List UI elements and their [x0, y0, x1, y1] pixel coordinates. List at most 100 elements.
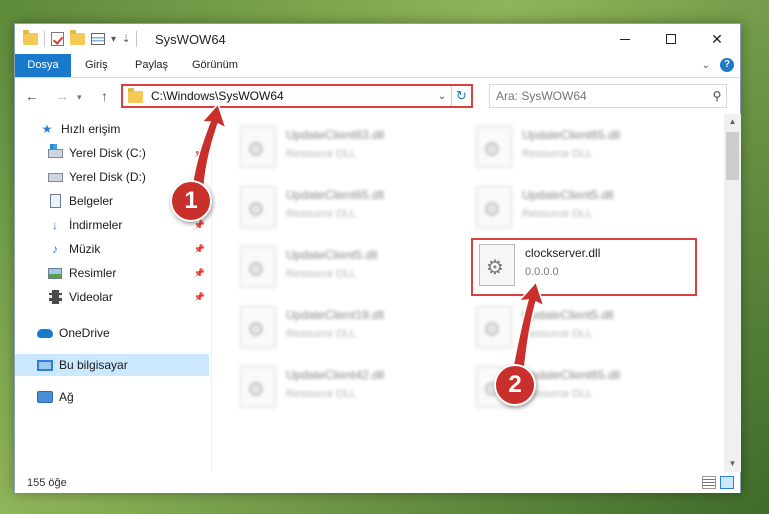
tiles-view-icon[interactable] [720, 476, 734, 489]
view-toggle [702, 476, 734, 489]
drive-icon [47, 172, 63, 182]
ribbon-controls: ⌄ ? [702, 58, 734, 72]
dll-file-icon [476, 186, 512, 228]
sidebar-item-label: Belgeler [69, 194, 114, 208]
vertical-scrollbar[interactable]: ▲ ▼ [724, 114, 741, 472]
sidebar-item-this-pc[interactable]: Bu bilgisayar [15, 354, 209, 376]
file-description: Resource DLL [522, 148, 593, 160]
search-box[interactable]: ⚲ [489, 84, 727, 108]
cloud-icon-wrap [37, 326, 53, 340]
file-description: Resource DLL [286, 388, 357, 400]
dll-file-icon [240, 306, 276, 348]
scroll-up-icon[interactable]: ▲ [724, 114, 741, 130]
computer-icon [37, 359, 53, 371]
callout-badge-1: 1 [170, 180, 212, 222]
file-item-clockserver[interactable]: clockserver.dll 0.0.0.0 [471, 238, 697, 296]
customize-toolbar-icon[interactable]: ⇣ [122, 34, 130, 45]
file-item[interactable]: UpdateClient5.dll Resource DLL [234, 244, 454, 294]
network-icon [37, 391, 53, 403]
title-bar: ▾ ⇣ SysWOW64 ✕ [15, 24, 740, 54]
recent-locations-icon[interactable]: ▾ [77, 92, 82, 103]
file-item[interactable]: UpdateClient65.dll Resource DLL [234, 184, 454, 234]
file-item[interactable]: UpdateClient42.dll Resource DLL [234, 364, 454, 414]
file-item[interactable]: UpdateClient65.dll Resource DLL [470, 124, 690, 174]
file-name: UpdateClient5.dll [522, 308, 614, 322]
maximize-button[interactable] [648, 24, 694, 54]
sidebar-item-label: Resimler [69, 266, 117, 280]
pin-icon[interactable]: 📌 [194, 292, 205, 303]
navigation-pane: ★ Hızlı erişim Yerel Disk (C:) 📌 Yerel D… [15, 114, 211, 472]
chevron-down-icon[interactable]: ▾ [111, 34, 116, 45]
toolbar-separator [136, 31, 138, 47]
dll-file-icon [240, 246, 276, 288]
navigation-bar: ← → ▾ ↑ C:\Windows\SysWOW64 ⌄ ↻ ⚲ [15, 79, 740, 113]
back-arrow-icon[interactable]: ← [25, 88, 39, 104]
details-view-icon[interactable] [702, 476, 716, 489]
file-item[interactable]: UpdateClient5.dll Resource DLL [470, 304, 690, 354]
scroll-down-icon[interactable]: ▼ [724, 456, 741, 472]
file-name: UpdateClient19.dll [286, 308, 385, 322]
sidebar-item-label: Yerel Disk (C:) [69, 146, 146, 160]
expand-ribbon-icon[interactable]: ⌄ [702, 60, 710, 71]
star-icon: ★ [41, 122, 53, 136]
address-path[interactable]: C:\Windows\SysWOW64 [151, 89, 433, 103]
file-description: Resource DLL [286, 208, 357, 220]
file-name: UpdateClient65.dll [286, 188, 385, 202]
music-note-icon: ♪ [52, 242, 58, 256]
docs-icon-wrap [47, 194, 63, 208]
sidebar-item-videos[interactable]: Videolar 📌 [15, 286, 209, 308]
address-bar[interactable]: C:\Windows\SysWOW64 ⌄ ↻ [121, 84, 473, 108]
properties-check-icon[interactable] [51, 32, 64, 46]
file-description: Resource DLL [522, 208, 593, 220]
help-icon[interactable]: ? [720, 58, 734, 72]
minimize-button[interactable] [602, 24, 648, 54]
refresh-icon[interactable]: ↻ [451, 86, 471, 106]
sidebar-item-network[interactable]: Ağ [15, 386, 209, 408]
maximize-icon [666, 34, 676, 44]
sidebar-item-onedrive[interactable]: OneDrive [15, 322, 209, 344]
forward-arrow-icon[interactable]: → [55, 88, 69, 104]
tab-view[interactable]: Görünüm [192, 54, 238, 77]
pin-icon[interactable]: 📌 [194, 268, 205, 279]
close-icon: ✕ [711, 30, 723, 47]
dll-file-icon [240, 186, 276, 228]
file-description: Resource DLL [286, 328, 357, 340]
search-input[interactable] [496, 89, 708, 103]
pin-icon[interactable]: 📌 [194, 244, 205, 255]
pc-icon-wrap [37, 358, 53, 372]
file-item[interactable]: UpdateClient19.dll Resource DLL [234, 304, 454, 354]
dll-file-icon [476, 126, 512, 168]
pin-icon[interactable]: 📌 [194, 148, 205, 159]
sidebar-item-music[interactable]: ♪ Müzik 📌 [15, 238, 209, 260]
scroll-thumb[interactable] [726, 132, 739, 180]
sidebar-item-quick-access[interactable]: ★ Hızlı erişim [15, 118, 209, 140]
file-item[interactable]: UpdateClient5.dll Resource DLL [470, 184, 690, 234]
file-description: Resource DLL [522, 328, 593, 340]
close-button[interactable]: ✕ [694, 24, 740, 54]
file-description: Resource DLL [522, 388, 593, 400]
file-name: UpdateClient5.dll [286, 248, 378, 262]
toolbar-separator [44, 31, 45, 47]
dll-file-icon [476, 306, 512, 348]
properties-icon[interactable] [91, 33, 105, 45]
file-item[interactable]: UpdateClient63.dll Resource DLL [234, 124, 454, 174]
new-folder-icon[interactable] [70, 30, 85, 45]
sidebar-item-label: Videolar [69, 290, 113, 304]
address-dropdown-icon[interactable]: ⌄ [433, 91, 451, 102]
documents-icon [49, 194, 61, 208]
file-list: UpdateClient63.dll Resource DLL UpdateCli… [212, 114, 724, 472]
film-strip-icon [48, 290, 62, 304]
tab-home[interactable]: Giriş [85, 54, 108, 77]
file-description: Resource DLL [286, 268, 357, 280]
file-name: UpdateClient42.dll [286, 368, 385, 382]
dll-file-icon [240, 126, 276, 168]
folder-icon [128, 88, 143, 103]
up-arrow-icon[interactable]: ↑ [101, 88, 108, 104]
tab-file[interactable]: Dosya [15, 54, 71, 77]
tab-share[interactable]: Paylaş [135, 54, 168, 77]
file-version: 0.0.0.0 [525, 266, 559, 278]
search-icon[interactable]: ⚲ [708, 89, 726, 103]
sidebar-item-local-disk-c[interactable]: Yerel Disk (C:) 📌 [15, 142, 209, 164]
file-description: Resource DLL [286, 148, 357, 160]
sidebar-item-pictures[interactable]: Resimler 📌 [15, 262, 209, 284]
